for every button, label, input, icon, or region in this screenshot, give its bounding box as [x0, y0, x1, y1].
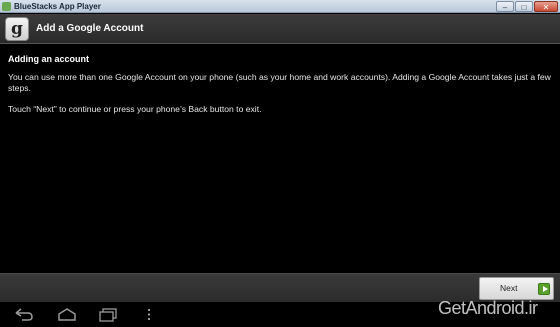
window-titlebar: BlueStacks App Player – □ ✕: [0, 0, 560, 13]
watermark: GetAndroid.ir: [438, 298, 538, 318]
home-icon: [58, 308, 76, 321]
page-title: Add a Google Account: [36, 23, 144, 34]
next-button-label: Next: [500, 283, 518, 293]
back-icon: [15, 308, 33, 321]
home-button[interactable]: [56, 307, 78, 322]
section-title: Adding an account: [8, 54, 89, 64]
next-arrow-icon: [538, 283, 550, 295]
bluestacks-app-icon: [2, 2, 11, 11]
maximize-button[interactable]: □: [515, 1, 533, 12]
description-paragraph: You can use more than one Google Account…: [8, 72, 551, 93]
menu-icon: [148, 309, 150, 320]
menu-button[interactable]: [144, 307, 154, 322]
instruction-paragraph: Touch “Next” to continue or press your p…: [8, 104, 262, 114]
recent-apps-button[interactable]: [97, 307, 119, 322]
google-icon: g: [5, 17, 29, 41]
app-header: g Add a Google Account: [0, 14, 560, 44]
window-title: BlueStacks App Player: [14, 2, 101, 11]
minimize-button[interactable]: –: [496, 1, 514, 12]
recent-apps-icon: [99, 308, 117, 322]
next-button[interactable]: Next: [479, 277, 554, 300]
main-content: Adding an account You can use more than …: [0, 45, 560, 273]
back-button[interactable]: [13, 307, 35, 322]
close-button[interactable]: ✕: [534, 1, 558, 12]
